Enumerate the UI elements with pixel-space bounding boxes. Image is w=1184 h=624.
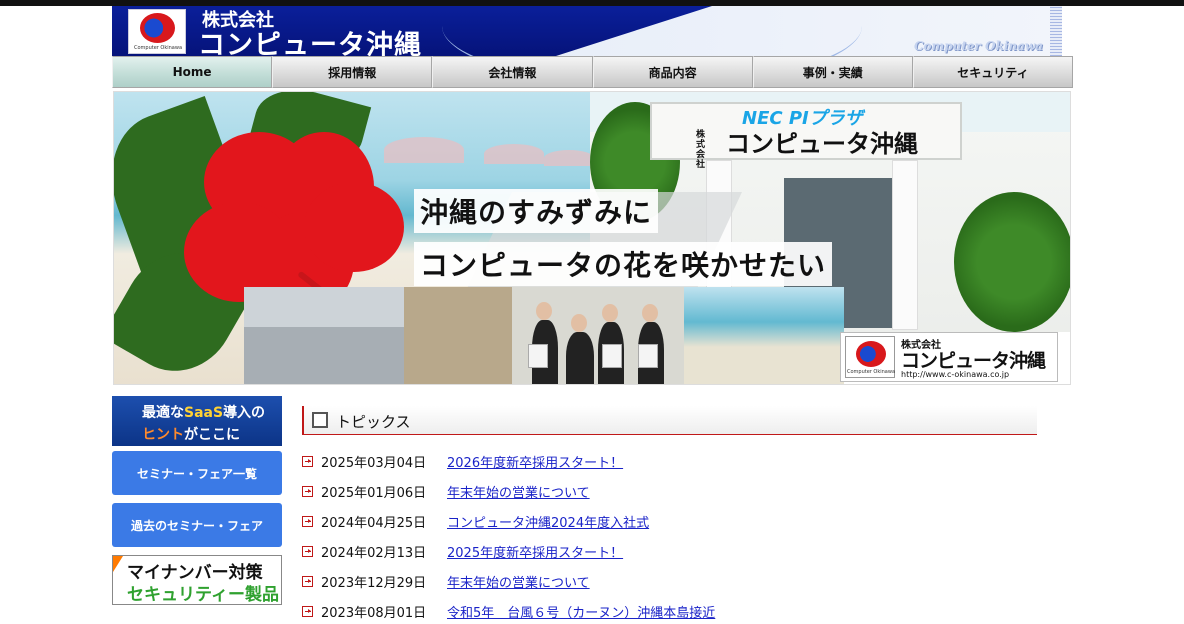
building-sign-name: コンピュータ沖縄 xyxy=(726,130,918,158)
topic-link[interactable]: コンピュータ沖縄2024年度入社式 xyxy=(447,512,649,531)
parasol xyxy=(484,144,544,164)
person xyxy=(566,332,594,384)
logo-caption: Computer Okinawa xyxy=(133,45,183,51)
certificate xyxy=(528,344,548,368)
hibiscus-petal xyxy=(304,182,404,272)
mynumber-security-banner[interactable]: マイナンバー対策 セキュリティー製品 xyxy=(112,555,282,605)
corner-company-name: コンピュータ沖縄 xyxy=(901,350,1046,372)
topics-header: トピックス xyxy=(302,406,1037,435)
building-pillar xyxy=(892,160,918,330)
logo-mark-icon xyxy=(140,13,175,43)
header-company-name: コンピュータ沖縄 xyxy=(198,30,422,56)
corner-logo-box: Computer Okinawa xyxy=(845,336,895,378)
list-item: 2023年12月29日 年末年始の営業について xyxy=(302,571,590,591)
office-sign-photo xyxy=(404,287,512,384)
topic-date: 2025年01月06日 xyxy=(321,485,427,501)
corner-url: http://www.c-okinawa.co.jp xyxy=(901,370,1010,379)
parasol xyxy=(544,150,594,166)
nav-home[interactable]: Home xyxy=(112,56,273,88)
person-head xyxy=(602,304,618,322)
arrow-box-icon xyxy=(302,545,313,557)
tree xyxy=(954,192,1070,332)
saas-banner[interactable]: 最適なSaaS導入の ヒントがここに xyxy=(112,396,282,446)
topic-link[interactable]: 令和5年 台風６号（カーヌン）沖縄本島接近 xyxy=(447,602,715,621)
nav-security[interactable]: セキュリティ xyxy=(912,56,1074,88)
list-item: 2024年02月13日 2025年度新卒採用スタート！ xyxy=(302,541,623,561)
arrow-box-icon xyxy=(302,515,313,527)
parasol xyxy=(384,137,464,163)
person-head xyxy=(536,302,552,320)
past-seminar-button[interactable]: 過去のセミナー・フェア xyxy=(112,503,282,547)
topic-link[interactable]: 2026年度新卒採用スタート！ xyxy=(447,452,623,471)
main-nav: Home 採用情報 会社情報 商品内容 事例・実績 セキュリティ xyxy=(112,56,1074,88)
certificate xyxy=(638,344,658,368)
company-logo[interactable]: Computer Okinawa xyxy=(128,9,186,54)
topic-link[interactable]: 年末年始の営業について xyxy=(447,572,590,591)
saas-banner-line2: ヒントがここに xyxy=(142,427,240,443)
arrow-box-icon xyxy=(302,455,313,467)
topic-date: 2023年08月01日 xyxy=(321,605,427,621)
topic-link[interactable]: 年末年始の営業について xyxy=(447,482,590,501)
list-item: 2024年04月25日 コンピュータ沖縄2024年度入社式 xyxy=(302,511,649,531)
arrow-box-icon xyxy=(302,575,313,587)
saas-banner-line1: 最適なSaaS導入の xyxy=(142,405,266,421)
sea-photo xyxy=(684,287,844,384)
mynumber-line2: セキュリティー製品 xyxy=(127,585,279,605)
list-item: 2025年03月04日 2026年度新卒採用スタート！ xyxy=(302,451,623,471)
header-stripe xyxy=(1050,6,1062,56)
topic-date: 2025年03月04日 xyxy=(321,455,427,471)
header-english-name: Computer Okinawa xyxy=(914,39,1043,53)
header-swoosh xyxy=(442,6,862,56)
list-item: 2023年08月01日 令和5年 台風６号（カーヌン）沖縄本島接近 xyxy=(302,601,715,621)
site-header: Computer Okinawa 株式会社 コンピュータ沖縄 Computer … xyxy=(112,6,1062,56)
topic-date: 2024年02月13日 xyxy=(321,545,427,561)
topic-date: 2024年04月25日 xyxy=(321,515,427,531)
seminar-list-button[interactable]: セミナー・フェア一覧 xyxy=(112,451,282,495)
nav-recruit[interactable]: 採用情報 xyxy=(272,56,433,88)
arrow-box-icon xyxy=(302,605,313,617)
corner-logo-caption: Computer Okinawa xyxy=(846,369,896,375)
topic-date: 2023年12月29日 xyxy=(321,575,427,591)
list-item: 2025年01月06日 年末年始の営業について xyxy=(302,481,590,501)
hero-catch-line2: コンピュータの花を咲かせたい xyxy=(414,242,833,286)
staff-group-photo xyxy=(244,327,404,384)
checkbox-square-icon xyxy=(312,412,328,428)
nav-products[interactable]: 商品内容 xyxy=(592,56,753,88)
nav-company[interactable]: 会社情報 xyxy=(432,56,593,88)
hero-banner: NEC PIプラザ 株式会社 コンピュータ沖縄 沖縄のすみずみに コンピュータの… xyxy=(113,91,1071,385)
topics-title: トピックス xyxy=(336,413,411,431)
arrow-box-icon xyxy=(302,485,313,497)
person-head xyxy=(571,314,587,332)
nav-cases[interactable]: 事例・実績 xyxy=(752,56,913,88)
logo-mark-icon xyxy=(856,341,886,367)
topic-link[interactable]: 2025年度新卒採用スタート！ xyxy=(447,542,623,561)
certificate xyxy=(602,344,622,368)
corner-triangle-icon xyxy=(113,556,123,572)
hero-corner-logo: Computer Okinawa 株式会社 コンピュータ沖縄 http://ww… xyxy=(840,332,1058,382)
hero-catch-line1: 沖縄のすみずみに xyxy=(414,189,659,233)
person-head xyxy=(642,304,658,322)
